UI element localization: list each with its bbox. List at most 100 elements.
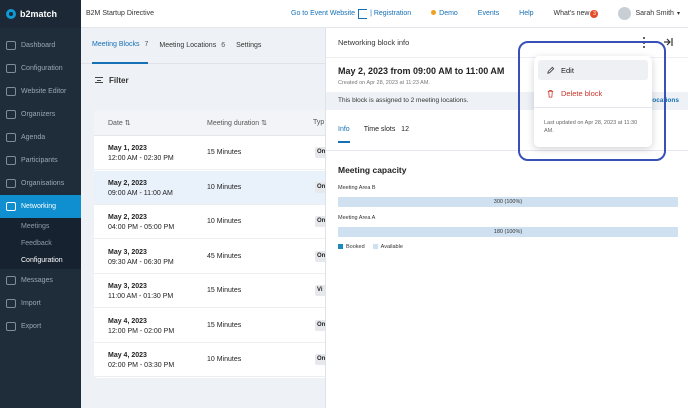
help-link[interactable]: Help	[519, 10, 533, 17]
time-range: 12:00 PM - 02:00 PM	[108, 327, 175, 335]
sidebar-subitem-feedback[interactable]: Feedback	[0, 235, 81, 252]
capacity-bar: 180 (100%)	[338, 227, 678, 237]
pencil-icon	[547, 66, 555, 74]
table-header: Date ⇅ Meeting duration ⇅ Typ	[94, 110, 325, 136]
block-actions-menu: Edit Delete block Last updated on Apr 28…	[534, 56, 652, 147]
whats-new-link[interactable]: What's new 3	[553, 9, 599, 18]
tab-settings[interactable]: Settings	[236, 28, 261, 64]
cell-type: On	[315, 319, 325, 331]
external-link-icon	[358, 8, 368, 19]
panel-tabs: Info Time slots 12	[338, 126, 409, 143]
column-duration[interactable]: Meeting duration ⇅	[207, 119, 267, 127]
main-content: Meeting Blocks 7 Meeting Locations 6 Setti…	[81, 28, 325, 408]
sidebar-item-import[interactable]: Import	[0, 292, 81, 315]
column-type[interactable]: Typ	[313, 119, 324, 126]
registration-link[interactable]: | Registration	[370, 10, 411, 17]
sidebar-item-organisations[interactable]: Organisations	[0, 172, 81, 195]
legend-label: Booked	[346, 244, 365, 250]
sidebar-subitem-meetings[interactable]: Meetings	[0, 218, 81, 235]
sidebar-item-dashboard[interactable]: Dashboard	[0, 34, 81, 57]
delete-block-menu-item[interactable]: Delete block	[538, 83, 648, 103]
sort-icon: ⇅	[124, 119, 131, 127]
time-range: 09:30 AM - 06:30 PM	[108, 258, 174, 266]
table-row[interactable]: May 3, 2023 09:30 AM - 06:30 PM 45 Minutes…	[94, 240, 325, 274]
last-updated-info: Last updated on Apr 28, 2023 at 11:30 AM…	[544, 120, 638, 134]
sidebar-item-label: Networking	[21, 203, 57, 210]
cell-date: May 1, 2023 12:00 AM - 02:30 PM	[108, 144, 174, 164]
date-text: May 2, 2023	[108, 214, 147, 221]
tab-meeting-blocks[interactable]: Meeting Blocks 7	[92, 28, 149, 64]
cell-duration: 10 Minutes	[207, 356, 242, 363]
column-label: Meeting duration	[207, 119, 260, 127]
capacity-legend: Booked Available	[338, 244, 403, 250]
sidebar-item-label: Export	[21, 323, 42, 330]
cell-date: May 2, 2023 04:00 PM - 05:00 PM	[108, 213, 174, 233]
b2match-logo-icon	[6, 9, 16, 19]
sidebar-item-participants[interactable]: Participants	[0, 149, 81, 172]
cell-duration: 45 Minutes	[207, 252, 242, 260]
go-to-event-link[interactable]: Go to Event Website	[291, 10, 355, 17]
sidebar-item-label: Website Editor	[21, 88, 67, 95]
sidebar-item-export[interactable]: Export	[0, 315, 81, 338]
cell-duration: 10 Minutes	[207, 183, 242, 191]
event-name: B2M Startup Directive	[86, 10, 155, 17]
table-row[interactable]: May 1, 2023 12:00 AM - 02:30 PM 15 Minutes…	[94, 136, 325, 170]
column-date[interactable]: Date ⇅	[108, 119, 131, 127]
events-link[interactable]: Events	[478, 10, 499, 17]
networking-submenu: Meetings Feedback Configuration	[0, 218, 81, 269]
sidebar-item-agenda[interactable]: Agenda	[0, 126, 81, 149]
filter-label: Filter	[109, 75, 129, 85]
sidebar-item-messages[interactable]: Messages	[0, 269, 81, 292]
table-row[interactable]: May 4, 2023 12:00 PM - 02:00 PM 15 Minutes…	[94, 309, 325, 343]
tab-label: Meeting Locations	[159, 42, 217, 49]
user-menu[interactable]: Sarah Smith ▾	[618, 7, 680, 20]
capacity-title: Meeting capacity	[338, 165, 407, 175]
calendar-icon	[6, 133, 16, 142]
sidebar-item-label: Participants	[21, 157, 58, 164]
chevron-down-icon: ▾	[676, 11, 680, 17]
cell-date: May 4, 2023 02:00 PM - 03:30 PM	[108, 351, 174, 371]
sidebar-item-organizers[interactable]: Organizers	[0, 103, 81, 126]
cell-date: May 3, 2023 11:00 AM - 01:30 PM	[108, 282, 173, 302]
table-row[interactable]: May 4, 2023 02:00 PM - 03:30 PM 10 Minutes…	[94, 343, 325, 377]
area-label: Meeting Area A	[338, 215, 376, 221]
table-row[interactable]: May 2, 2023 09:00 AM - 11:00 AM 10 Minutes…	[94, 170, 325, 205]
assignment-text: This block is assigned to 2 meeting loca…	[338, 97, 469, 104]
dashboard-icon	[6, 41, 16, 50]
date-text: May 2, 2023	[108, 179, 147, 187]
tab-info[interactable]: Info	[338, 126, 350, 143]
legend-item: Booked	[338, 244, 365, 250]
date-text: May 3, 2023	[108, 283, 147, 290]
cell-date: May 3, 2023 09:30 AM - 06:30 PM	[108, 248, 174, 268]
table-row[interactable]: May 3, 2023 11:00 AM - 01:30 PM 15 Minutes…	[94, 274, 325, 308]
filter-button[interactable]: Filter	[81, 64, 325, 96]
brand-logo[interactable]: b2match	[0, 0, 81, 28]
edit-menu-item[interactable]: Edit	[538, 60, 648, 80]
tab-time-slots[interactable]: Time slots 12	[364, 126, 409, 143]
date-text: May 4, 2023	[108, 317, 147, 325]
filter-icon	[95, 77, 103, 83]
sidebar-item-website-editor[interactable]: Website Editor	[0, 80, 81, 103]
tab-meeting-locations[interactable]: Meeting Locations 6	[159, 28, 225, 64]
cell-type: On	[315, 181, 325, 193]
demo-dot-icon	[431, 10, 437, 15]
cell-duration: 15 Minutes	[207, 149, 242, 156]
message-icon	[6, 276, 16, 285]
panel-title: May 2, 2023 from 09:00 AM to 11:00 AM	[338, 66, 505, 76]
time-range: 09:00 AM - 11:00 AM	[108, 189, 173, 197]
cell-duration: 15 Minutes	[207, 321, 242, 329]
cell-type: Vi	[315, 285, 325, 296]
whats-new-label: What's new	[553, 9, 590, 17]
date-text: May 4, 2023	[108, 352, 147, 359]
sidebar-item-networking[interactable]: Networking	[0, 195, 81, 218]
sidebar-item-configuration[interactable]: Configuration	[0, 57, 81, 80]
export-icon	[6, 322, 16, 331]
legend-item: Available	[372, 244, 403, 250]
cell-type: On	[315, 250, 325, 262]
table-row[interactable]: May 2, 2023 04:00 PM - 05:00 PM 10 Minutes…	[94, 205, 325, 239]
top-bar: B2M Startup Directive Go to Event Websit…	[81, 0, 688, 28]
tab-count: 6	[221, 42, 226, 49]
sidebar-subitem-configuration[interactable]: Configuration	[0, 252, 81, 269]
sidebar-nav: Dashboard Configuration Website Editor O…	[0, 28, 81, 338]
demo-badge[interactable]: Demo	[431, 10, 458, 17]
